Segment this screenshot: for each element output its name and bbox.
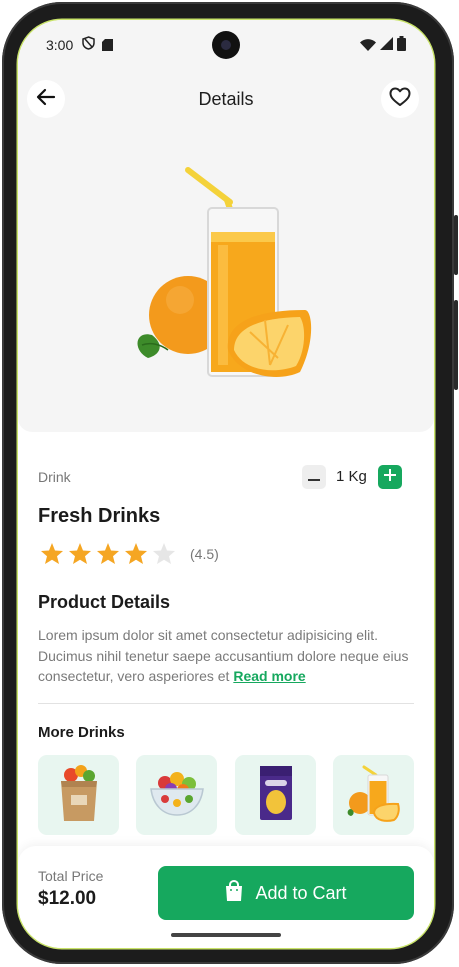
rating-value: (4.5) xyxy=(190,546,219,562)
heart-icon xyxy=(389,87,411,112)
minus-icon xyxy=(308,468,320,486)
star-filled-icon xyxy=(40,542,64,570)
sd-card-icon xyxy=(102,38,113,56)
shopping-bag-icon xyxy=(225,879,243,907)
decrease-quantity-button[interactable] xyxy=(302,465,326,489)
product-details-heading: Product Details xyxy=(38,592,171,612)
orange-juice-icon xyxy=(346,763,402,828)
shield-icon xyxy=(82,36,95,55)
product-image xyxy=(130,160,330,395)
more-drink-item[interactable] xyxy=(333,755,414,835)
divider xyxy=(38,703,414,704)
battery-icon xyxy=(397,36,406,56)
app-screen: 3:00 Details Drink 1 Kg Fresh Drinks (4.… xyxy=(18,20,434,948)
page-title: Details xyxy=(198,89,254,109)
more-drink-item[interactable] xyxy=(235,755,316,835)
volume-button xyxy=(454,215,458,275)
power-button xyxy=(454,300,458,390)
product-name: Fresh Drinks xyxy=(38,505,161,527)
read-more-link[interactable]: Read more xyxy=(233,668,305,684)
chocolate-box-icon xyxy=(258,764,294,827)
favorite-button[interactable] xyxy=(381,80,419,118)
star-filled-icon xyxy=(124,542,148,570)
add-to-cart-button[interactable]: Add to Cart xyxy=(158,866,414,920)
description-text: Lorem ipsum dolor sit amet consectetur a… xyxy=(38,627,409,684)
status-bar: 3:00 xyxy=(18,20,434,70)
home-indicator[interactable] xyxy=(171,933,281,937)
status-time: 3:00 xyxy=(46,37,74,53)
wifi-icon xyxy=(360,38,376,56)
star-filled-icon xyxy=(96,542,120,570)
more-drink-item[interactable] xyxy=(136,755,217,835)
grocery-bag-icon xyxy=(57,763,101,828)
quantity-value: 1 Kg xyxy=(336,468,367,485)
star-rating xyxy=(40,542,176,570)
total-price-value: $12.00 xyxy=(38,888,97,909)
increase-quantity-button[interactable] xyxy=(378,465,402,489)
total-price-label: Total Price xyxy=(38,868,104,884)
star-filled-icon xyxy=(68,542,92,570)
signal-icon xyxy=(380,37,393,55)
product-description: Lorem ipsum dolor sit amet consectetur a… xyxy=(38,625,418,687)
more-drinks-heading: More Drinks xyxy=(38,724,125,741)
front-camera xyxy=(212,31,240,59)
plus-icon xyxy=(384,468,396,486)
add-to-cart-label: Add to Cart xyxy=(255,882,347,903)
more-drink-item[interactable] xyxy=(38,755,119,835)
fruit-salad-icon xyxy=(147,769,207,822)
star-empty-icon xyxy=(152,542,176,570)
product-category: Drink xyxy=(38,469,71,485)
